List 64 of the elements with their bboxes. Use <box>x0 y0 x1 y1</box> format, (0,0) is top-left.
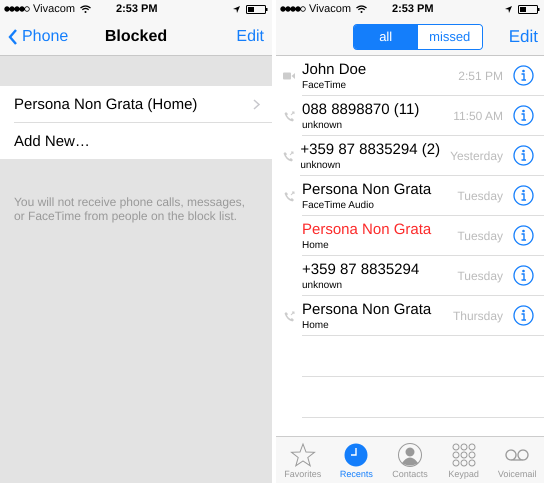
caller-name: Persona Non Grata <box>302 300 432 318</box>
wifi-icon <box>80 5 91 13</box>
caller-name: Persona Non Grata <box>302 220 432 238</box>
call-type: Home <box>302 320 330 330</box>
call-time: Tuesday <box>457 228 503 242</box>
info-icon[interactable] <box>513 105 534 126</box>
edit-button[interactable]: Edit <box>236 28 264 46</box>
tab-bar-item[interactable]: Voicemail <box>490 437 544 483</box>
location-arrow-icon <box>505 6 512 12</box>
clock-icon <box>343 442 370 468</box>
segment-tab[interactable]: missed <box>418 24 482 48</box>
edit-button[interactable]: Edit <box>508 26 538 46</box>
call-time: Tuesday <box>457 268 503 282</box>
caller-name: +359 87 8835294 (2) <box>300 140 440 158</box>
status-time: 2:53 PM <box>116 3 159 15</box>
status-time: 2:53 PM <box>392 3 435 15</box>
keypad-icon <box>450 442 477 468</box>
call-time: 2:51 PM <box>458 68 503 82</box>
person-icon <box>396 442 423 468</box>
signal-icon <box>280 6 306 12</box>
phone-icon <box>284 110 294 122</box>
call-type: FaceTime Audio <box>302 200 375 210</box>
back-chevron-icon <box>8 28 18 44</box>
call-type: FaceTime <box>302 80 348 90</box>
caller-name: 088 8898870 (11) <box>302 100 420 118</box>
caller-name: +359 87 8835294 <box>302 260 420 278</box>
blocked-list-item[interactable]: Add New… <box>14 123 272 159</box>
caller-name: Persona Non Grata <box>302 180 432 198</box>
caller-name: John Doe <box>302 60 368 78</box>
back-button[interactable]: Phone <box>8 28 68 46</box>
nav-title: Blocked <box>104 28 168 46</box>
phone-icon <box>284 310 294 322</box>
blocked-list-item[interactable]: Persona Non Grata (Home) <box>14 86 272 123</box>
info-icon[interactable] <box>513 145 534 166</box>
battery-icon <box>246 4 268 14</box>
call-type: unknown <box>300 160 342 170</box>
call-time: Tuesday <box>457 188 503 202</box>
call-time: 11:50 AM <box>453 108 503 122</box>
segment-tab[interactable]: all <box>354 24 418 48</box>
tab-bar-item[interactable]: Recents <box>330 437 384 483</box>
info-icon[interactable] <box>513 265 534 286</box>
info-icon[interactable] <box>513 305 534 326</box>
call-time: Thursday <box>452 308 503 322</box>
call-type: unknown <box>302 280 344 290</box>
tab-bar-item[interactable]: Favorites <box>276 437 330 483</box>
video-camera-icon <box>283 72 295 80</box>
battery-icon <box>518 4 540 14</box>
wifi-icon <box>356 5 367 13</box>
tab-bar-item[interactable]: Contacts <box>383 437 437 483</box>
carrier-name: Vivacom <box>309 3 351 15</box>
call-type: unknown <box>302 120 344 130</box>
call-type: Home <box>302 240 330 250</box>
call-time: Yesterday <box>450 148 503 162</box>
footer-note: You will not receive phone calls, messages, or FaceTime from people on the block list. <box>14 195 246 223</box>
tab-bar-item[interactable]: Keypad <box>436 437 490 483</box>
info-icon[interactable] <box>513 225 534 246</box>
phone-icon <box>284 190 294 202</box>
info-icon[interactable] <box>513 185 534 206</box>
phone-icon <box>282 150 294 162</box>
location-arrow-icon <box>233 6 240 12</box>
star-icon <box>290 442 316 468</box>
info-icon[interactable] <box>513 65 534 86</box>
carrier-name: Vivacom <box>33 3 75 15</box>
signal-icon <box>4 6 30 12</box>
